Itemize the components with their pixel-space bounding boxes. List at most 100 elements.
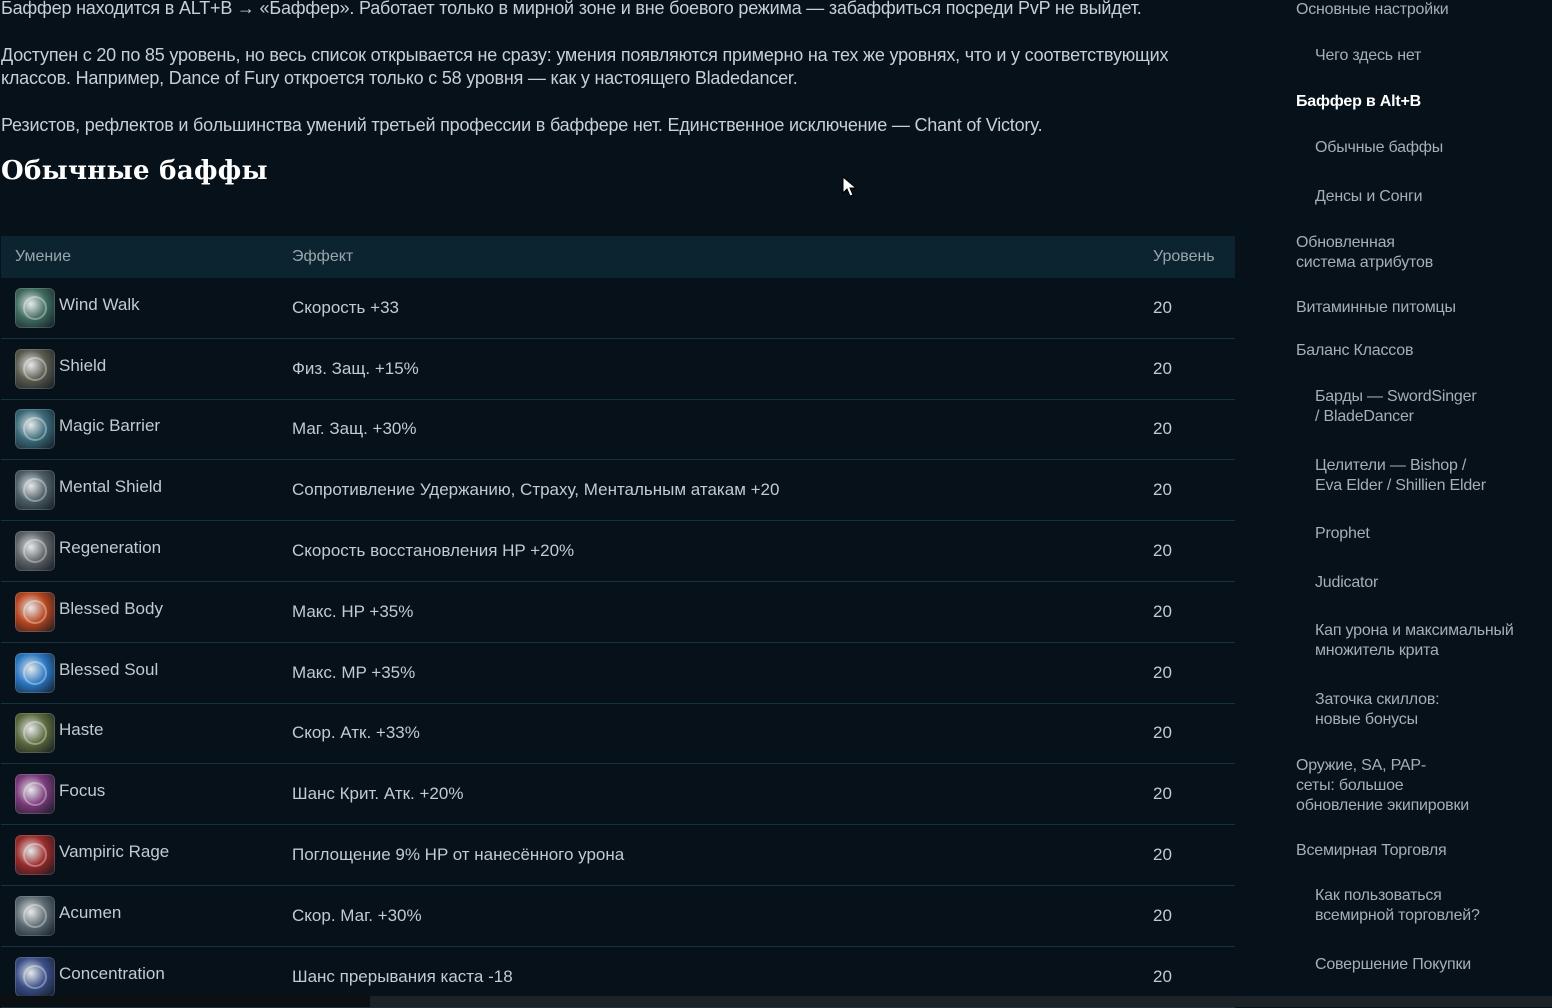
table-row: Haste Скор. Атк. +33% 20: [1, 704, 1235, 765]
effect-cell: Поглощение 9% HP от нанесённого урона: [292, 845, 625, 865]
concentration-icon: [15, 956, 55, 997]
toc-link[interactable]: Барды — SwordSinger / BladeDancer: [1315, 387, 1552, 427]
skill-cell: Shield: [1, 348, 278, 389]
table-body: Wind Walk Скорость +33 20 Shield Физ. Защ. +…: [1, 278, 1235, 1008]
effect-cell: Маг. Защ. +30%: [292, 419, 417, 439]
skill-name: Haste: [59, 720, 104, 740]
toc-link[interactable]: Оружие, SA, PAP- сеты: большое обновлени…: [1296, 756, 1536, 816]
effect-cell: Скорость восстановления HP +20%: [292, 541, 575, 561]
toc-link[interactable]: Prophet: [1315, 524, 1552, 544]
toc-link[interactable]: Кап урона и максимальный множитель крита: [1315, 621, 1552, 661]
toc-link[interactable]: Judicator: [1315, 573, 1552, 593]
skill-name: Acumen: [59, 902, 122, 922]
level-cell: 20: [1153, 480, 1172, 500]
table-row: Mental Shield Сопротивление Удержанию, Ст…: [1, 460, 1235, 522]
skill-cell: Blessed Body: [1, 591, 278, 632]
toc-link[interactable]: Заточка скиллов: новые бонусы: [1315, 690, 1552, 730]
toc-link[interactable]: Обычные баффы: [1315, 138, 1552, 158]
effect-cell: Шанс прерывания каста -18: [292, 966, 513, 986]
table-row: Blessed Body Макс. HP +35% 20: [1, 582, 1235, 643]
level-cell: 20: [1153, 541, 1172, 561]
level-cell: 20: [1153, 662, 1172, 682]
blessed-body-icon: [15, 591, 55, 632]
level-cell: 20: [1153, 297, 1172, 317]
table-row: Magic Barrier Маг. Защ. +30% 20: [1, 400, 1235, 461]
skill-name: Concentration: [59, 963, 165, 983]
header-level: Уровень: [1153, 248, 1215, 265]
vampiric-rage-icon: [15, 835, 55, 876]
skill-name: Shield: [59, 355, 107, 375]
table-row: Focus Шанс Крит. Атк. +20% 20: [1, 764, 1235, 826]
mouse-cursor-icon: [842, 176, 858, 197]
table-row: Blessed Soul Макс. MP +35% 20: [1, 643, 1235, 704]
skill-name: Wind Walk: [59, 294, 140, 314]
skill-name: Blessed Body: [59, 598, 163, 618]
paragraph-level-range: Доступен с 20 по 85 уровень, но весь спи…: [1, 45, 1169, 88]
toc-link[interactable]: Совершение Покупки: [1315, 955, 1552, 975]
effect-cell: Скор. Атк. +33%: [292, 723, 420, 743]
paragraph-buffer-location: Баффер находится в ALT+B → «Баффер». Раб…: [1, 0, 1142, 18]
skill-cell: Vampiric Rage: [1, 835, 278, 876]
table-header: Умение Эффект Уровень: [1, 236, 1235, 278]
toc-link[interactable]: Основные настройки: [1296, 0, 1536, 20]
toc-link[interactable]: Чего здесь нет: [1315, 46, 1552, 66]
level-cell: 20: [1153, 723, 1172, 743]
buffs-table: Умение Эффект Уровень Wind Walk Скорость …: [1, 236, 1235, 1008]
level-cell: 20: [1153, 784, 1172, 804]
toc-link[interactable]: Всемирная Торговля: [1296, 841, 1536, 861]
skill-name: Mental Shield: [59, 477, 163, 497]
focus-icon: [15, 774, 55, 815]
paragraph-exceptions: Резистов, рефлектов и большинства умений…: [1, 115, 1043, 135]
toc-link[interactable]: Целители — Bishop / Eva Elder / Shillien…: [1315, 456, 1552, 496]
table-row: Acumen Скор. Маг. +30% 20: [1, 886, 1235, 947]
toc-link[interactable]: Баффер в Alt+B: [1296, 92, 1536, 112]
toc-link[interactable]: Денсы и Сонги: [1315, 187, 1552, 207]
effect-cell: Скор. Маг. +30%: [292, 905, 422, 925]
header-effect: Эффект: [292, 248, 354, 265]
skill-cell: Wind Walk: [1, 287, 278, 328]
skill-cell: Haste: [1, 713, 278, 754]
level-cell: 20: [1153, 601, 1172, 621]
skill-cell: Mental Shield: [1, 470, 278, 511]
skill-name: Vampiric Rage: [59, 842, 170, 862]
skill-cell: Focus: [1, 774, 278, 815]
mental-shield-icon: [15, 470, 55, 511]
haste-icon: [15, 713, 55, 754]
window-bottom-bar: [0, 996, 1552, 1007]
bottom-bar-segment: [0, 996, 370, 1007]
skill-name: Magic Barrier: [59, 416, 161, 436]
table-row: Wind Walk Скорость +33 20: [1, 278, 1235, 339]
effect-cell: Скорость +33: [292, 297, 399, 317]
level-cell: 20: [1153, 966, 1172, 986]
toc-link[interactable]: Витаминные питомцы: [1296, 298, 1536, 318]
skill-name: Blessed Soul: [59, 659, 159, 679]
skill-name: Focus: [59, 781, 106, 801]
table-row: Vampiric Rage Поглощение 9% HP от нанесён…: [1, 825, 1235, 886]
level-cell: 20: [1153, 419, 1172, 439]
toc-link[interactable]: Баланс Классов: [1296, 341, 1536, 361]
table-row: Shield Физ. Защ. +15% 20: [1, 339, 1235, 400]
skill-cell: Blessed Soul: [1, 652, 278, 693]
effect-cell: Макс. MP +35%: [292, 662, 416, 682]
table-row: Regeneration Скорость восстановления HP +…: [1, 521, 1235, 582]
level-cell: 20: [1153, 905, 1172, 925]
blessed-soul-icon: [15, 652, 55, 693]
acumen-icon: [15, 895, 55, 936]
header-skill: Умение: [15, 248, 72, 265]
effect-cell: Физ. Защ. +15%: [292, 358, 419, 378]
level-cell: 20: [1153, 845, 1172, 865]
skill-cell: Regeneration: [1, 531, 278, 572]
effect-cell: Макс. HP +35%: [292, 601, 414, 621]
regeneration-icon: [15, 531, 55, 572]
skill-name: Regeneration: [59, 538, 162, 558]
shield-icon: [15, 348, 55, 389]
skill-cell: Acumen: [1, 895, 278, 936]
section-title: Обычные баффы: [1, 156, 268, 186]
skill-cell: Concentration: [1, 956, 278, 997]
toc-link[interactable]: Как пользоваться всемирной торговлей?: [1315, 886, 1552, 926]
effect-cell: Шанс Крит. Атк. +20%: [292, 784, 464, 804]
skill-cell: Magic Barrier: [1, 409, 278, 450]
effect-cell: Сопротивление Удержанию, Страху, Менталь…: [292, 480, 780, 500]
toc-link[interactable]: Обновленная система атрибутов: [1296, 233, 1536, 273]
magic-barrier-icon: [15, 409, 55, 450]
